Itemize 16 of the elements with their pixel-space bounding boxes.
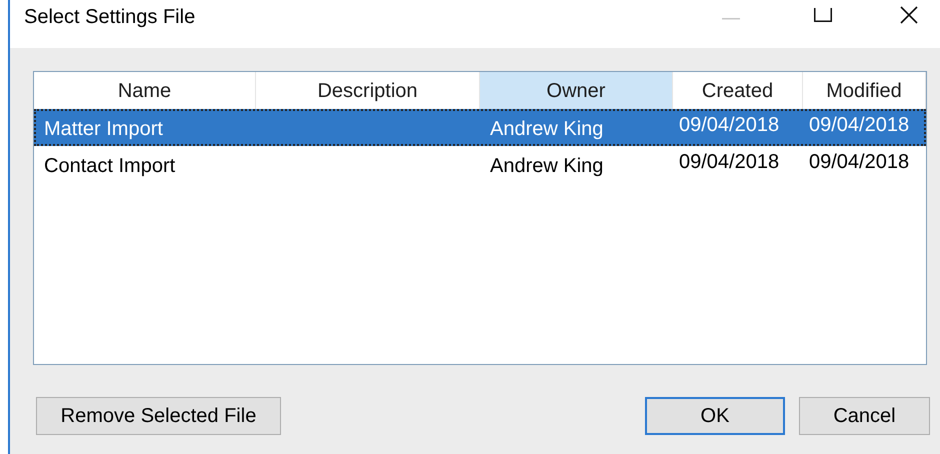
maximize-icon[interactable] [814,8,832,22]
column-header[interactable]: Owner [480,72,673,109]
close-icon[interactable] [900,6,918,24]
table-cell: Andrew King [490,155,604,177]
table-cell: 09/04/2018 [809,151,910,173]
table-cell: Andrew King [490,118,604,140]
cancel-button[interactable]: Cancel [799,397,930,435]
table-cell: Contact Import [44,155,176,177]
file-row[interactable]: Matter Import Andrew King 09/04/2018 09/04/2018 [34,109,926,146]
table-cell: 09/04/2018 [679,114,780,136]
table-cell: 09/04/2018 [809,114,910,136]
ok-button[interactable]: OK [645,397,785,435]
remove-button[interactable]: Remove Selected File [36,397,281,435]
window-title: Select Settings File [24,5,196,30]
table-cell: Matter Import [44,118,163,140]
table-cell: 09/04/2018 [679,151,780,173]
